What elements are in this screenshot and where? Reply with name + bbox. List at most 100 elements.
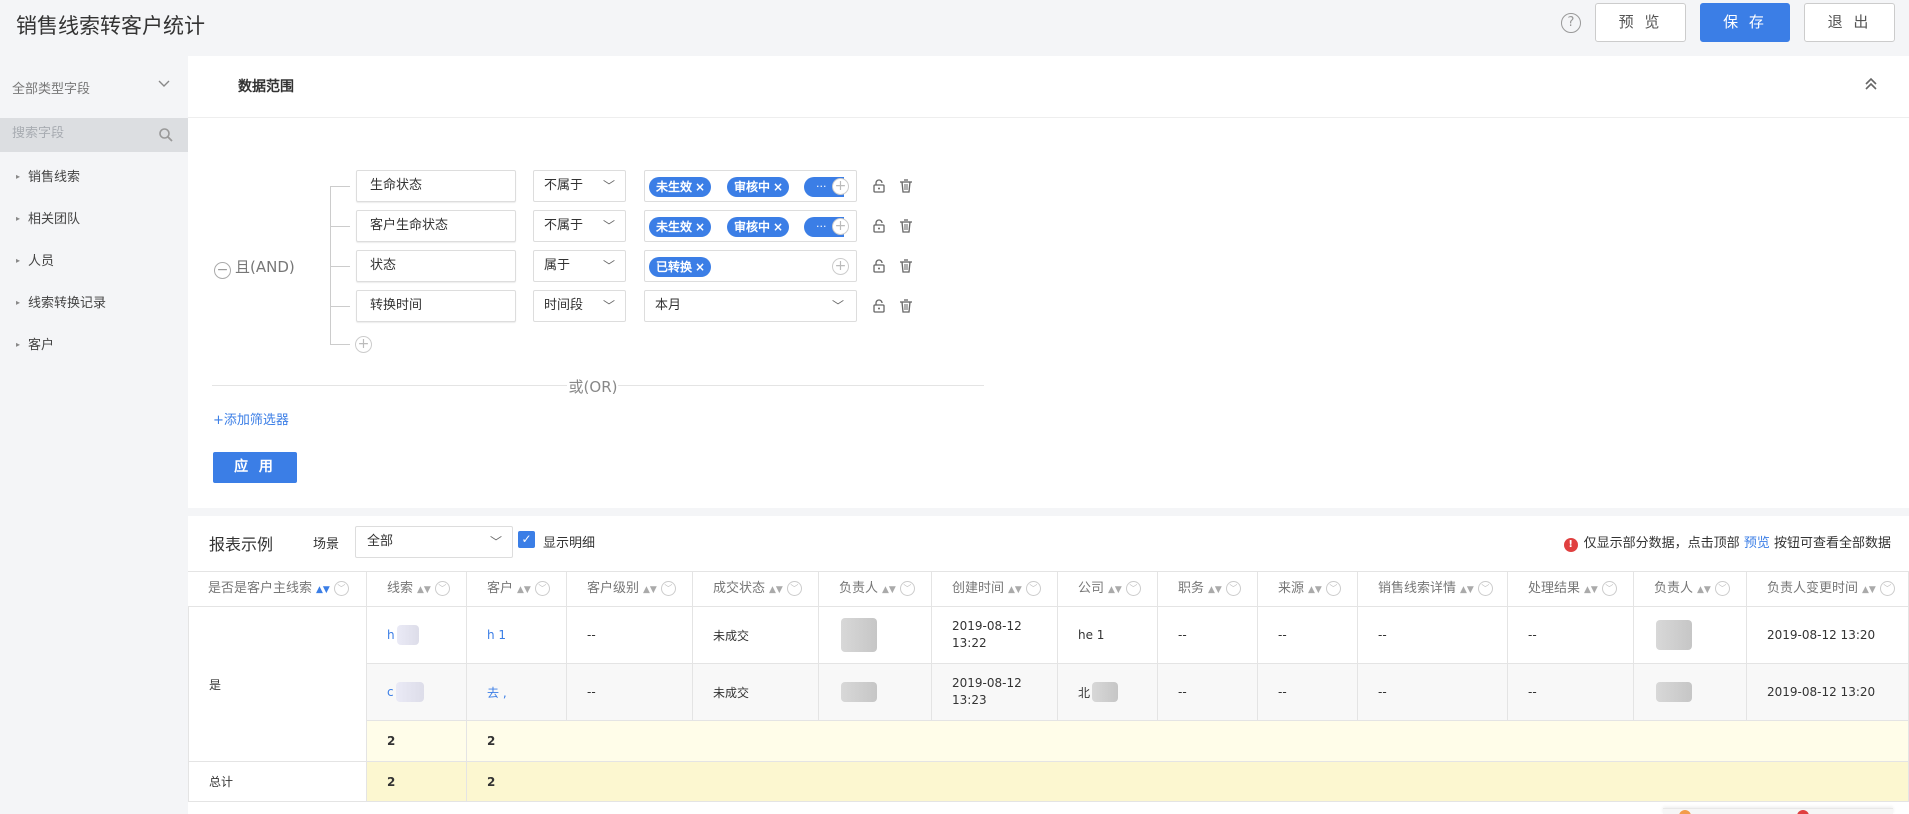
condition-operator[interactable]: 时间段 ﹀	[533, 290, 626, 322]
search-icon[interactable]	[158, 127, 174, 143]
lock-icon[interactable]	[871, 178, 887, 194]
sort-icon[interactable]: ▲▼	[769, 585, 783, 595]
condition-operator[interactable]: 属于 ﹀	[533, 250, 626, 282]
condition-field[interactable]: 生命状态	[356, 170, 516, 202]
sort-icon[interactable]: ▲▼	[1584, 585, 1598, 595]
value-tag[interactable]: 已转换 ×	[649, 257, 712, 277]
lead-link[interactable]: c	[367, 664, 467, 721]
sidebar-item-people[interactable]: ▸ 人员	[16, 250, 54, 269]
trash-icon[interactable]	[898, 218, 914, 234]
logic-and-toggle[interactable]: − 且(AND)	[214, 256, 295, 279]
condition-value[interactable]: 未生效 × 审核中 × ··· +	[644, 170, 857, 202]
collapse-up-icon[interactable]	[1863, 76, 1879, 96]
trash-icon[interactable]	[898, 258, 914, 274]
sort-icon[interactable]: ▲▼	[1208, 585, 1222, 595]
filter-icon[interactable]: ﹀	[1125, 581, 1141, 596]
apply-button[interactable]: 应 用	[213, 452, 297, 483]
sidebar-item-team[interactable]: ▸ 相关团队	[16, 208, 80, 227]
search-input[interactable]	[12, 126, 152, 141]
unlock-icon[interactable]	[871, 258, 887, 274]
column-header[interactable]: 成交状态 ▲▼ ﹀	[693, 571, 819, 607]
add-condition-icon[interactable]: +	[355, 336, 372, 353]
sidebar-item-customer[interactable]: ▸ 客户	[16, 334, 54, 353]
condition-value[interactable]: 未生效 × 审核中 × ··· +	[644, 210, 857, 242]
floating-widget[interactable]	[1663, 808, 1893, 814]
filter-icon[interactable]: ﹀	[899, 581, 915, 596]
column-header[interactable]: 是否是客户主线索 ▲▼ ﹀	[188, 571, 367, 607]
chevron-down-icon[interactable]	[157, 76, 171, 94]
trash-icon[interactable]	[898, 178, 914, 194]
filter-icon[interactable]: ﹀	[1714, 581, 1730, 596]
filter-icon[interactable]: ﹀	[434, 581, 450, 596]
filter-icon[interactable]: ﹀	[1025, 581, 1041, 596]
condition-operator[interactable]: 不属于 ﹀	[533, 170, 626, 202]
column-header[interactable]: 客户 ▲▼ ﹀	[467, 571, 567, 607]
value-tag[interactable]: 未生效 ×	[649, 217, 712, 237]
plus-circle-icon[interactable]: +	[832, 258, 849, 275]
preview-link[interactable]: 预览	[1744, 536, 1770, 551]
filter-icon[interactable]: ﹀	[660, 581, 676, 596]
sort-icon[interactable]: ▲▼	[643, 585, 657, 595]
filter-icon[interactable]: ﹀	[1601, 581, 1617, 596]
show-detail-checkbox[interactable]: ✓	[518, 531, 535, 548]
plus-circle-icon[interactable]: +	[832, 178, 849, 195]
column-header[interactable]: 线索 ▲▼ ﹀	[367, 571, 467, 607]
add-filter-link[interactable]: +添加筛选器	[213, 409, 289, 428]
close-icon[interactable]: ×	[695, 260, 705, 274]
customer-link[interactable]: 去 ,	[467, 664, 567, 721]
column-header[interactable]: 负责人 ▲▼ ﹀	[819, 571, 932, 607]
scene-select[interactable]: 全部 ﹀	[355, 526, 513, 558]
filter-icon[interactable]: ﹀	[534, 581, 550, 596]
column-header[interactable]: 处理结果 ▲▼ ﹀	[1508, 571, 1634, 607]
sidebar-item-leads[interactable]: ▸ 销售线索	[16, 166, 80, 185]
show-detail-label[interactable]: 显示明细	[543, 532, 595, 551]
field-type-select[interactable]: 全部类型字段	[12, 78, 90, 97]
unlock-icon[interactable]	[871, 218, 887, 234]
trash-icon[interactable]	[898, 298, 914, 314]
customer-link[interactable]: h 1	[467, 607, 567, 664]
condition-operator[interactable]: 不属于 ﹀	[533, 210, 626, 242]
column-header[interactable]: 职务 ▲▼ ﹀	[1158, 571, 1258, 607]
close-icon[interactable]: ×	[773, 220, 783, 234]
filter-icon[interactable]: ﹀	[1325, 581, 1341, 596]
sort-icon[interactable]: ▲▼	[417, 585, 431, 595]
sort-icon[interactable]: ▲▼	[1108, 585, 1122, 595]
sort-icon[interactable]: ▲▼	[1008, 585, 1022, 595]
sort-icon[interactable]: ▲▼	[316, 585, 330, 595]
lead-link[interactable]: h	[367, 607, 467, 664]
column-header[interactable]: 负责人 ▲▼ ﹀	[1634, 571, 1747, 607]
sort-icon[interactable]: ▲▼	[517, 585, 531, 595]
filter-icon[interactable]: ﹀	[333, 581, 349, 596]
close-icon[interactable]: ×	[695, 220, 705, 234]
value-tag[interactable]: 审核中 ×	[727, 177, 790, 197]
column-header[interactable]: 销售线索详情 ▲▼ ﹀	[1358, 571, 1508, 607]
sort-icon[interactable]: ▲▼	[1862, 585, 1876, 595]
sort-icon[interactable]: ▲▼	[882, 585, 896, 595]
condition-field[interactable]: 状态	[356, 250, 516, 282]
sort-icon[interactable]: ▲▼	[1697, 585, 1711, 595]
save-button[interactable]: 保 存	[1700, 3, 1790, 42]
column-header[interactable]: 来源 ▲▼ ﹀	[1258, 571, 1358, 607]
plus-circle-icon[interactable]: +	[832, 218, 849, 235]
period-select[interactable]: 本月 ﹀	[644, 290, 857, 322]
close-icon[interactable]: ×	[695, 180, 705, 194]
unlock-icon[interactable]	[871, 298, 887, 314]
filter-icon[interactable]: ﹀	[786, 581, 802, 596]
filter-icon[interactable]: ﹀	[1225, 581, 1241, 596]
value-tag[interactable]: 未生效 ×	[649, 177, 712, 197]
column-header[interactable]: 客户级别 ▲▼ ﹀	[567, 571, 693, 607]
column-header[interactable]: 公司 ▲▼ ﹀	[1058, 571, 1158, 607]
minus-circle-icon[interactable]: −	[214, 262, 231, 279]
condition-field[interactable]: 客户生命状态	[356, 210, 516, 242]
sort-icon[interactable]: ▲▼	[1460, 585, 1474, 595]
column-header[interactable]: 负责人变更时间 ▲▼ ﹀	[1747, 571, 1909, 607]
help-icon[interactable]: ?	[1561, 13, 1581, 33]
filter-icon[interactable]: ﹀	[1477, 581, 1493, 596]
filter-icon[interactable]: ﹀	[1879, 581, 1895, 596]
close-icon[interactable]: ×	[773, 180, 783, 194]
sort-icon[interactable]: ▲▼	[1308, 585, 1322, 595]
exit-button[interactable]: 退 出	[1804, 3, 1895, 42]
column-header[interactable]: 创建时间 ▲▼ ﹀	[932, 571, 1058, 607]
preview-button[interactable]: 预 览	[1595, 3, 1686, 42]
sidebar-item-conversion-log[interactable]: ▸ 线索转换记录	[16, 292, 106, 311]
